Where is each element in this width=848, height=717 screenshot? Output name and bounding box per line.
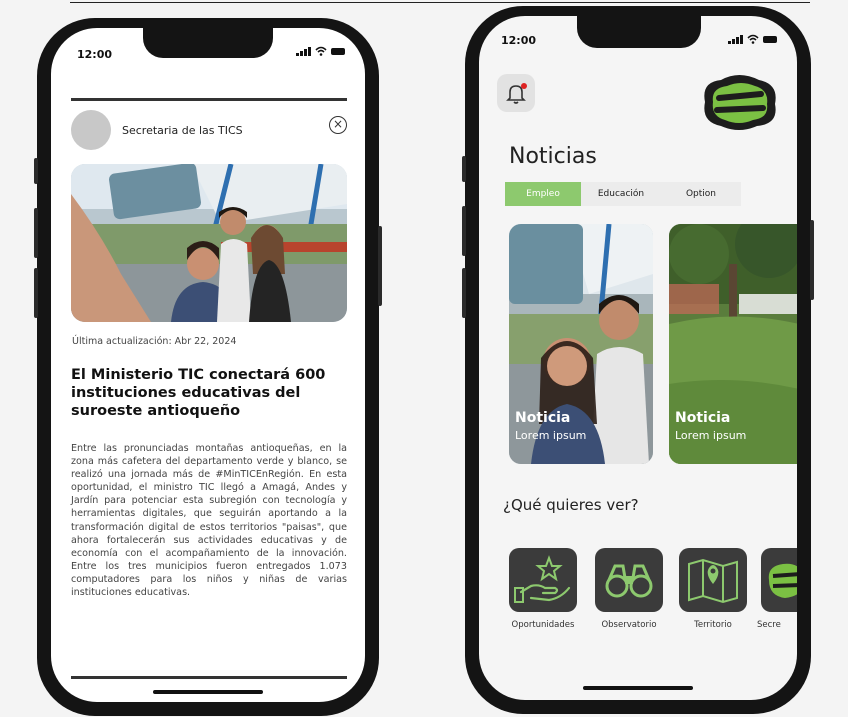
notification-dot	[521, 83, 527, 89]
category-label: Oportunidades	[511, 620, 575, 630]
category-secretaria[interactable]	[761, 548, 797, 612]
footer-divider	[71, 676, 347, 679]
home-screen: 12:00 Noticias Empleo Educación Option N…	[479, 16, 797, 700]
volume-up-button	[34, 208, 38, 258]
power-button	[378, 226, 382, 306]
home-indicator[interactable]	[153, 690, 263, 694]
top-divider	[70, 2, 810, 3]
news-card[interactable]: Noticia Lorem ipsum	[669, 224, 797, 464]
avatar	[71, 110, 111, 150]
news-card-photo	[509, 224, 653, 464]
page-title: Noticias	[509, 144, 597, 169]
header-divider	[71, 98, 347, 101]
status-icons	[296, 46, 345, 56]
last-updated: Última actualización: Abr 22, 2024	[72, 336, 237, 347]
news-card[interactable]: Noticia Lorem ipsum	[509, 224, 653, 464]
tab-empleo[interactable]: Empleo	[505, 182, 581, 206]
notch	[143, 28, 273, 58]
phone-frame-left: 12:00 Secretaria de las TICS × Última ac…	[34, 18, 382, 716]
battery-icon	[331, 48, 345, 55]
signal-icon	[728, 35, 743, 44]
logo-icon	[704, 75, 776, 130]
side-button	[34, 158, 38, 184]
publisher-name: Secretaria de las TICS	[122, 124, 243, 137]
status-time: 12:00	[77, 48, 113, 61]
binoculars-icon	[605, 564, 653, 598]
wifi-icon	[315, 46, 327, 56]
category-label: Secre	[757, 620, 781, 630]
category-oportunidades[interactable]	[509, 548, 577, 612]
jovenes-palante-logo	[699, 72, 781, 134]
logo-icon	[768, 563, 797, 598]
card-title: Noticia	[515, 410, 571, 426]
category-label: Observatorio	[601, 620, 657, 630]
news-headline: El Ministerio TIC conectará 600 instituc…	[71, 367, 326, 419]
category-observatorio[interactable]	[595, 548, 663, 612]
hand-star-icon	[514, 555, 571, 603]
news-body: Entre las pronunciadas montañas antioque…	[71, 443, 347, 599]
news-card-photo	[669, 224, 797, 464]
wifi-icon	[747, 34, 759, 44]
category-territorio[interactable]	[679, 548, 747, 612]
status-time: 12:00	[501, 34, 537, 47]
battery-icon	[763, 36, 777, 43]
volume-down-button	[34, 268, 38, 318]
section-title: ¿Qué quieres ver?	[503, 496, 639, 514]
category-label: Territorio	[694, 620, 732, 630]
map-pin-icon	[688, 558, 738, 604]
card-subtitle: Lorem ipsum	[675, 429, 747, 442]
home-indicator[interactable]	[583, 686, 693, 690]
tab-option[interactable]: Option	[661, 182, 741, 206]
side-button	[462, 156, 466, 182]
news-tabs: Empleo Educación Option	[505, 182, 741, 206]
card-subtitle: Lorem ipsum	[515, 429, 587, 442]
phone-frame-right: 12:00 Noticias Empleo Educación Option N…	[462, 6, 814, 714]
power-button	[810, 220, 814, 300]
volume-up-button	[462, 206, 466, 256]
notch	[577, 16, 701, 48]
card-title: Noticia	[675, 410, 731, 426]
notifications-button[interactable]	[497, 74, 535, 112]
news-photo	[71, 164, 347, 322]
news-detail-screen: 12:00 Secretaria de las TICS × Última ac…	[51, 28, 365, 702]
selfie-photo-illustration	[71, 164, 347, 322]
bell-icon	[506, 85, 526, 104]
status-icons	[728, 34, 777, 44]
tab-educacion[interactable]: Educación	[581, 182, 661, 206]
signal-icon	[296, 47, 311, 56]
volume-down-button	[462, 268, 466, 318]
close-button[interactable]: ×	[329, 116, 347, 134]
